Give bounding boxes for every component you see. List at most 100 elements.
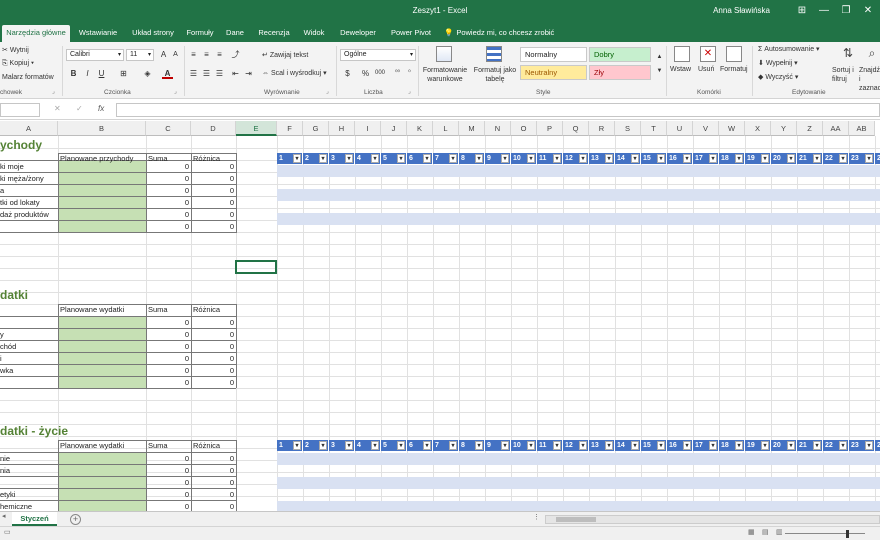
day-column-header[interactable]: 4 ▾: [355, 153, 381, 164]
align-center-icon[interactable]: ☰: [201, 68, 212, 79]
day-column-header[interactable]: 4 ▾: [355, 440, 381, 451]
column-header-aa[interactable]: AA: [823, 121, 849, 136]
day-column-header[interactable]: 15 ▾: [641, 440, 667, 451]
column-header-a[interactable]: A: [0, 121, 58, 136]
expenses-row-label[interactable]: chód: [0, 341, 58, 353]
income-row-label[interactable]: ki moje: [0, 161, 58, 173]
income-row-label[interactable]: daż produktów: [0, 209, 58, 221]
income-header-planned[interactable]: Planowane przychody: [60, 153, 146, 165]
underline-icon[interactable]: U: [96, 68, 107, 79]
living-row-sum[interactable]: 0: [146, 489, 191, 501]
column-header-f[interactable]: F: [277, 121, 303, 136]
tab-view[interactable]: Widok: [301, 25, 327, 42]
day-column-header[interactable]: 11 ▾: [537, 153, 563, 164]
filter-dropdown-icon[interactable]: ▾: [345, 154, 353, 163]
filter-dropdown-icon[interactable]: ▾: [735, 441, 743, 450]
column-header-q[interactable]: Q: [563, 121, 589, 136]
living-row-sum[interactable]: 0: [146, 477, 191, 489]
expenses-row-diff[interactable]: 0: [191, 341, 236, 353]
income-row-label[interactable]: [0, 221, 58, 233]
expenses-row-diff[interactable]: 0: [191, 377, 236, 389]
living-row-sum[interactable]: 0: [146, 453, 191, 465]
increase-font-icon[interactable]: A: [158, 49, 169, 60]
tab-page-layout[interactable]: Układ strony: [128, 25, 178, 42]
tab-review[interactable]: Recenzja: [256, 25, 292, 42]
day-column-header[interactable]: 20 ▾: [771, 153, 797, 164]
living-row-label[interactable]: hemiczne: [0, 501, 58, 511]
day-column-header[interactable]: 18 ▾: [719, 153, 745, 164]
income-row-diff[interactable]: 0: [191, 185, 236, 197]
income-row-sum[interactable]: 0: [146, 173, 191, 185]
align-bottom-icon[interactable]: ≡: [214, 49, 225, 60]
filter-dropdown-icon[interactable]: ▾: [553, 441, 561, 450]
day-column-header[interactable]: 6 ▾: [407, 153, 433, 164]
day-column-header[interactable]: 12 ▾: [563, 153, 589, 164]
day-column-header[interactable]: 18 ▾: [719, 440, 745, 451]
column-header-ab[interactable]: AB: [849, 121, 875, 136]
expenses-row-sum[interactable]: 0: [146, 329, 191, 341]
day-column-header[interactable]: 2▾: [875, 440, 880, 451]
column-header-v[interactable]: V: [693, 121, 719, 136]
living-row-diff[interactable]: 0: [191, 477, 236, 489]
minimize-icon[interactable]: —: [814, 3, 834, 19]
filter-dropdown-icon[interactable]: ▾: [839, 154, 847, 163]
day-column-header[interactable]: 20 ▾: [771, 440, 797, 451]
expenses-header-diff[interactable]: Różnica: [193, 304, 236, 316]
conditional-format-button[interactable]: Formatowanie warunkowe: [421, 66, 469, 84]
merge-center-button[interactable]: ⇔ Scal i wyśrodkuj ▾: [262, 69, 327, 77]
day-column-header[interactable]: 14 ▾: [615, 153, 641, 164]
day-column-header[interactable]: 11 ▾: [537, 440, 563, 451]
style-bad[interactable]: Zły: [589, 65, 651, 80]
day-column-header[interactable]: 14 ▾: [615, 440, 641, 451]
sort-filter-button[interactable]: Sortuj i filtruj: [832, 66, 858, 84]
expenses-row-sum[interactable]: 0: [146, 341, 191, 353]
income-row-label[interactable]: tki od lokaty: [0, 197, 58, 209]
column-header-k[interactable]: K: [407, 121, 433, 136]
living-header-planned[interactable]: Planowane wydatki: [60, 440, 146, 452]
expenses-row-label[interactable]: y: [0, 329, 58, 341]
orientation-icon[interactable]: ⤴: [230, 49, 241, 60]
day-column-header[interactable]: 6 ▾: [407, 440, 433, 451]
filter-dropdown-icon[interactable]: ▾: [449, 154, 457, 163]
day-column-header[interactable]: 17 ▾: [693, 153, 719, 164]
filter-dropdown-icon[interactable]: ▾: [553, 154, 561, 163]
filter-dropdown-icon[interactable]: ▾: [787, 441, 795, 450]
filter-dropdown-icon[interactable]: ▾: [527, 154, 535, 163]
day-column-header[interactable]: 7 ▾: [433, 440, 459, 451]
filter-dropdown-icon[interactable]: ▾: [761, 154, 769, 163]
column-header-c[interactable]: C: [146, 121, 191, 136]
living-row-label[interactable]: nie: [0, 453, 58, 465]
thousands-button[interactable]: 000: [372, 68, 388, 79]
expenses-row-label[interactable]: wka: [0, 365, 58, 377]
day-column-header[interactable]: 5 ▾: [381, 153, 407, 164]
day-column-header[interactable]: 16 ▾: [667, 153, 693, 164]
sheet-tab-january[interactable]: Styczeń: [12, 512, 57, 526]
tab-formulas[interactable]: Formuły: [185, 25, 215, 42]
filter-dropdown-icon[interactable]: ▾: [813, 154, 821, 163]
find-select-button[interactable]: Znajdź i zaznacz: [859, 66, 880, 93]
align-middle-icon[interactable]: ≡: [201, 49, 212, 60]
income-row-sum[interactable]: 0: [146, 185, 191, 197]
filter-dropdown-icon[interactable]: ▾: [631, 441, 639, 450]
column-header-j[interactable]: J: [381, 121, 407, 136]
living-row-label[interactable]: nia: [0, 465, 58, 477]
add-sheet-button[interactable]: +: [70, 514, 81, 525]
style-good[interactable]: Dobry: [589, 47, 651, 62]
column-header-z[interactable]: Z: [797, 121, 823, 136]
filter-dropdown-icon[interactable]: ▾: [683, 154, 691, 163]
living-row-label[interactable]: etyki: [0, 489, 58, 501]
day-column-header[interactable]: 23 ▾: [849, 153, 875, 164]
living-header-sum[interactable]: Suma: [148, 440, 191, 452]
living-row-label[interactable]: [0, 477, 58, 489]
filter-dropdown-icon[interactable]: ▾: [293, 154, 301, 163]
expenses-row-sum[interactable]: 0: [146, 317, 191, 329]
filter-dropdown-icon[interactable]: ▾: [345, 441, 353, 450]
filter-dropdown-icon[interactable]: ▾: [475, 154, 483, 163]
tab-developer[interactable]: Deweloper: [337, 25, 379, 42]
decrease-decimal-icon[interactable]: ⁰: [404, 68, 415, 79]
dialog-launcher-icon[interactable]: ⌟: [326, 88, 329, 95]
filter-dropdown-icon[interactable]: ▾: [787, 154, 795, 163]
day-column-header[interactable]: 1 ▾: [277, 440, 303, 451]
delete-button[interactable]: Usuń: [698, 66, 714, 73]
day-column-header[interactable]: 5 ▾: [381, 440, 407, 451]
